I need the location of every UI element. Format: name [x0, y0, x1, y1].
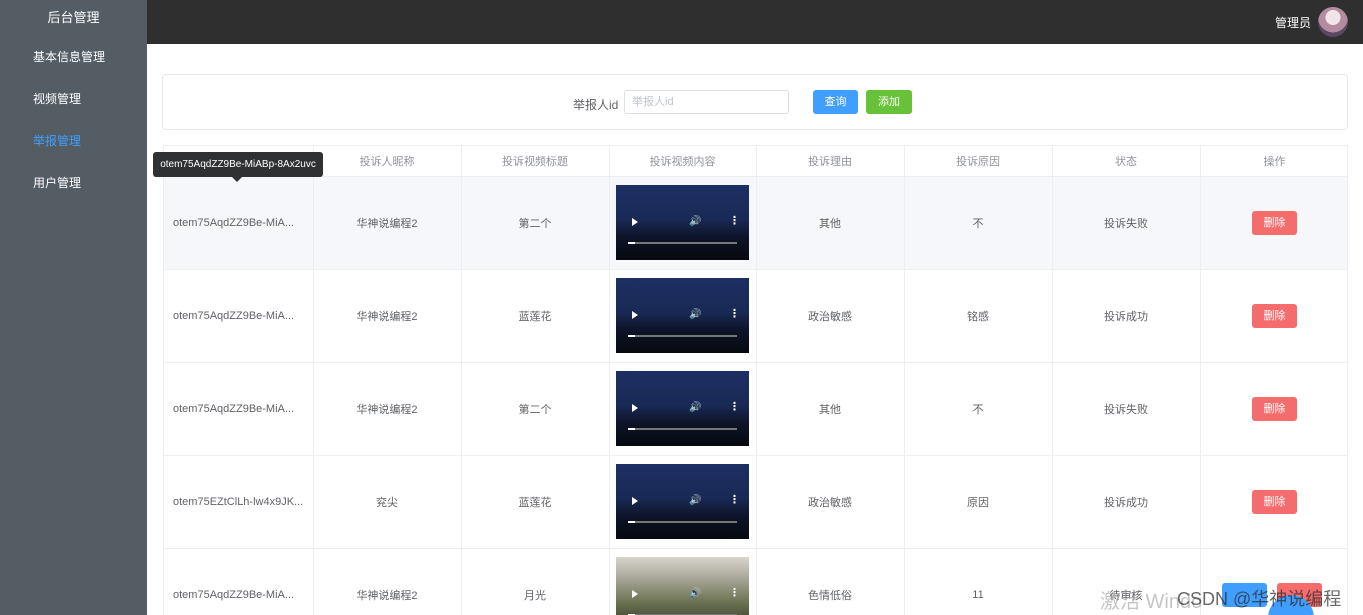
avatar[interactable] [1318, 7, 1348, 37]
column-header: 投诉人昵称 [313, 146, 462, 177]
reporter-id-cell: otem75AqdZZ9Be-MiA... [164, 176, 314, 270]
sidebar-title: 后台管理 [47, 10, 100, 25]
query-button[interactable]: 查询 [813, 90, 858, 114]
sidebar-item-user[interactable]: 用户管理 [0, 162, 147, 204]
action-cell: 删除 [1200, 269, 1347, 363]
add-button[interactable]: 添加 [866, 90, 912, 114]
table-row: otem75AqdZZ9Be-MiA... 华神说编程2 蓝莲花 🔊 ⋮ 政治敏… [164, 269, 1347, 363]
status-cell: 投诉成功 [1052, 455, 1201, 549]
reporter-id-tooltip: otem75AqdZZ9Be-MiABp-8Ax2uvc [153, 152, 323, 177]
video-content-cell: 🔊 ⋮ [609, 362, 757, 456]
cause-cell: 不 [904, 362, 1053, 456]
video-content-cell: 🔊 ⋮ [609, 176, 757, 270]
csdn-watermark: CSDN @华神说编程 [1177, 589, 1342, 609]
video-player[interactable]: 🔊 ⋮ [616, 185, 749, 260]
more-options-icon[interactable]: ⋮ [729, 588, 740, 599]
nickname-cell: 华神说编程2 [313, 176, 462, 270]
more-options-icon[interactable]: ⋮ [729, 402, 740, 413]
delete-button[interactable]: 删除 [1252, 396, 1297, 421]
volume-icon[interactable]: 🔊 [689, 589, 701, 599]
play-icon[interactable] [632, 218, 638, 226]
more-options-icon[interactable]: ⋮ [729, 495, 740, 506]
video-progress-bar[interactable] [628, 242, 737, 244]
video-content-cell: 🔊 ⋮ [609, 548, 757, 615]
volume-icon[interactable]: 🔊 [689, 403, 701, 413]
reason-cell: 其他 [756, 362, 905, 456]
column-header: 投诉视频内容 [609, 146, 757, 177]
cause-cell: 不 [904, 176, 1053, 270]
sidebar-item-report[interactable]: 举报管理 [0, 120, 147, 162]
sidebar-item-video[interactable]: 视频管理 [0, 78, 147, 120]
video-title-cell: 月光 [461, 548, 610, 615]
reporter-id-label: 举报人id [573, 98, 619, 112]
nickname-cell: 华神说编程2 [313, 269, 462, 363]
video-title-cell: 第二个 [461, 362, 610, 456]
reporter-id-input[interactable] [624, 90, 789, 114]
video-content-cell: 🔊 ⋮ [609, 455, 757, 549]
column-header: 投诉理由 [756, 146, 905, 177]
table-row: otem75AqdZZ9Be-MiA... 华神说编程2 第二个 🔊 ⋮ 其他 … [164, 176, 1347, 270]
table-row: otem75EZtClLh-lw4x9JK... 兖尖 蓝莲花 🔊 ⋮ 政治敏感… [164, 455, 1347, 549]
status-cell: 投诉失败 [1052, 362, 1201, 456]
video-title-cell: 第二个 [461, 176, 610, 270]
action-cell: 删除 [1200, 362, 1347, 456]
main-content: 举报人id 查询 添加 举报人id 投诉人昵称 投诉视频标题 投诉视频内容 投诉… [147, 44, 1363, 615]
video-player[interactable]: 🔊 ⋮ [616, 371, 749, 446]
reporter-id-cell: otem75AqdZZ9Be-MiA... [164, 362, 314, 456]
nickname-cell: 华神说编程2 [313, 548, 462, 615]
video-content-cell: 🔊 ⋮ [609, 269, 757, 363]
action-cell: 删除 [1200, 176, 1347, 270]
table-row: otem75AqdZZ9Be-MiA... 华神说编程2 第二个 🔊 ⋮ 其他 … [164, 362, 1347, 456]
nickname-cell: 兖尖 [313, 455, 462, 549]
reason-cell: 政治敏感 [756, 455, 905, 549]
cause-cell: 铭感 [904, 269, 1053, 363]
more-options-icon[interactable]: ⋮ [729, 309, 740, 320]
column-header: 投诉视频标题 [461, 146, 610, 177]
play-icon[interactable] [632, 497, 638, 505]
more-options-icon[interactable]: ⋮ [729, 216, 740, 227]
video-title-cell: 蓝莲花 [461, 269, 610, 363]
delete-button[interactable]: 删除 [1252, 303, 1297, 328]
video-player[interactable]: 🔊 ⋮ [616, 557, 749, 615]
reporter-id-cell: otem75AqdZZ9Be-MiA... [164, 548, 314, 615]
volume-icon[interactable]: 🔊 [689, 310, 701, 320]
cause-cell: 原因 [904, 455, 1053, 549]
tooltip-arrow [232, 177, 242, 182]
admin-name[interactable]: 管理员 [1275, 14, 1311, 31]
top-header: 管理员 [147, 0, 1363, 44]
reporter-id-cell: otem75AqdZZ9Be-MiA... [164, 269, 314, 363]
table-header-row: 举报人id 投诉人昵称 投诉视频标题 投诉视频内容 投诉理由 投诉原因 状态 操… [164, 146, 1347, 177]
sidebar-item-basic-info[interactable]: 基本信息管理 [0, 36, 147, 78]
video-progress-bar[interactable] [628, 335, 737, 337]
action-cell: 删除 [1200, 455, 1347, 549]
play-icon[interactable] [632, 404, 638, 412]
video-player[interactable]: 🔊 ⋮ [616, 464, 749, 539]
column-header: 投诉原因 [904, 146, 1053, 177]
column-header: 操作 [1200, 146, 1347, 177]
reporter-id-cell: otem75EZtClLh-lw4x9JK... [164, 455, 314, 549]
delete-button[interactable]: 删除 [1252, 489, 1297, 514]
column-header: 状态 [1052, 146, 1201, 177]
reason-cell: 政治敏感 [756, 269, 905, 363]
report-table: 举报人id 投诉人昵称 投诉视频标题 投诉视频内容 投诉理由 投诉原因 状态 操… [163, 145, 1348, 615]
volume-icon[interactable]: 🔊 [689, 496, 701, 506]
sidebar: 后台管理 基本信息管理 视频管理 举报管理 用户管理 [0, 0, 147, 615]
video-player[interactable]: 🔊 ⋮ [616, 278, 749, 353]
nickname-cell: 华神说编程2 [313, 362, 462, 456]
video-progress-bar[interactable] [628, 428, 737, 430]
video-title-cell: 蓝莲花 [461, 455, 610, 549]
reason-cell: 其他 [756, 176, 905, 270]
play-icon[interactable] [632, 311, 638, 319]
volume-icon[interactable]: 🔊 [689, 217, 701, 227]
search-card: 举报人id 查询 添加 [162, 74, 1348, 130]
video-progress-bar[interactable] [628, 521, 737, 523]
status-cell: 投诉成功 [1052, 269, 1201, 363]
cause-cell: 11 [904, 548, 1053, 615]
status-cell: 投诉失败 [1052, 176, 1201, 270]
delete-button[interactable]: 删除 [1252, 210, 1297, 235]
reason-cell: 色情低俗 [756, 548, 905, 615]
play-icon[interactable] [632, 590, 638, 598]
